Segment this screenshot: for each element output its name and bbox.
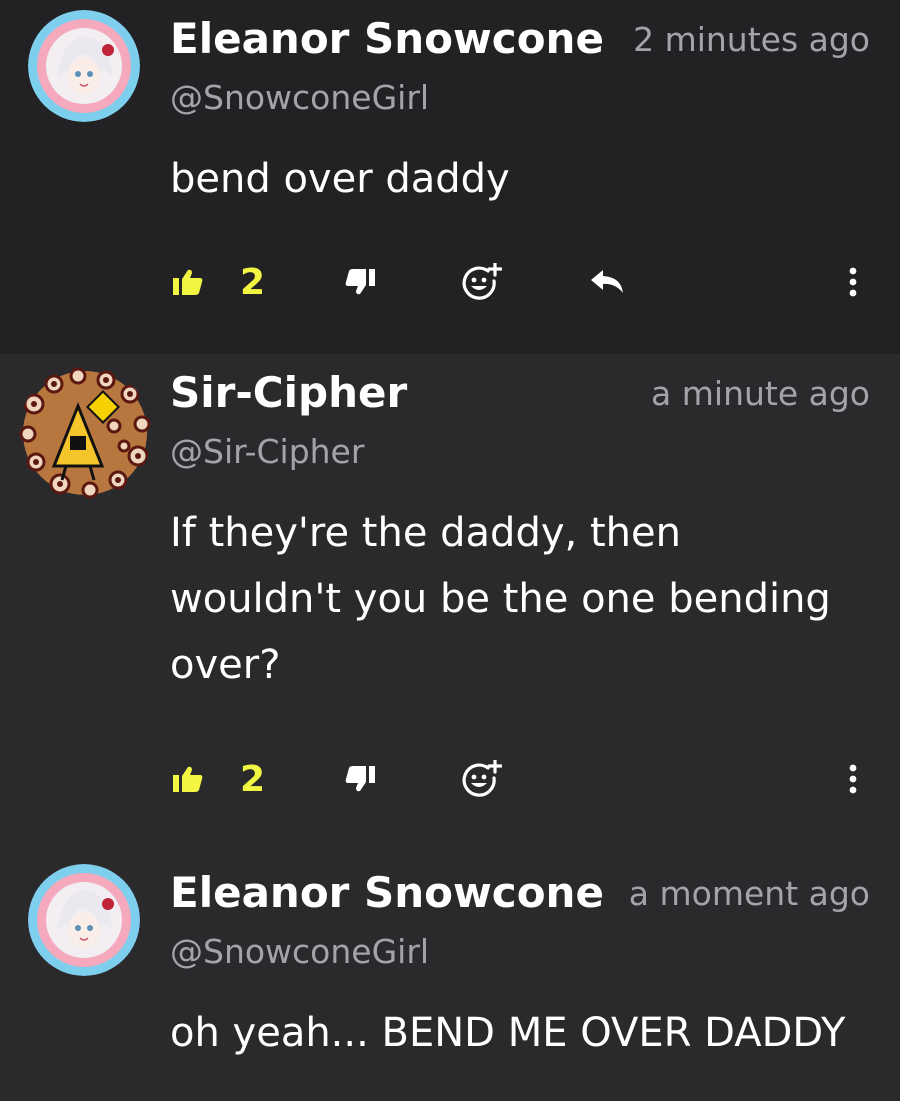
author-handle[interactable]: @SnowconeGirl — [170, 78, 429, 117]
comment-text: If they're the daddy, then wouldn't you … — [170, 510, 831, 688]
timestamp: a minute ago — [651, 374, 870, 413]
timestamp: 2 minutes ago — [633, 20, 870, 59]
author-name[interactable]: Eleanor Snowcone — [170, 868, 604, 917]
avatar[interactable] — [28, 10, 140, 122]
thumbs-up-icon[interactable] — [168, 252, 208, 312]
thumbs-up-icon[interactable] — [168, 749, 208, 809]
comment-actions: 2 — [0, 252, 900, 312]
comment-item: Eleanor Snowcone 2 minutes ago @Snowcone… — [0, 0, 900, 354]
comment-text: bend over daddy — [170, 156, 510, 202]
more-vertical-icon[interactable] — [838, 252, 868, 312]
add-reaction-icon[interactable] — [460, 252, 504, 312]
author-handle[interactable]: @Sir-Cipher — [170, 432, 364, 471]
like-count: 2 — [240, 758, 266, 800]
avatar[interactable] — [28, 864, 140, 976]
thumbs-down-icon[interactable] — [340, 252, 380, 312]
more-vertical-icon[interactable] — [838, 749, 868, 809]
add-reaction-icon[interactable] — [460, 749, 504, 809]
timestamp: a moment ago — [628, 874, 870, 913]
like-count: 2 — [240, 261, 266, 303]
comment-text: oh yeah... BEND ME OVER DADDY — [170, 1010, 846, 1056]
avatar[interactable] — [18, 366, 152, 500]
comment-item: Sir-Cipher a minute ago @Sir-Cipher If t… — [0, 354, 900, 854]
comment-item: Eleanor Snowcone a moment ago @SnowconeG… — [0, 854, 900, 1101]
author-handle[interactable]: @SnowconeGirl — [170, 932, 429, 971]
author-name[interactable]: Eleanor Snowcone — [170, 14, 604, 63]
comment-actions: 2 — [0, 749, 900, 809]
reply-icon[interactable] — [586, 252, 628, 312]
thumbs-down-icon[interactable] — [340, 749, 380, 809]
author-name[interactable]: Sir-Cipher — [170, 368, 407, 417]
